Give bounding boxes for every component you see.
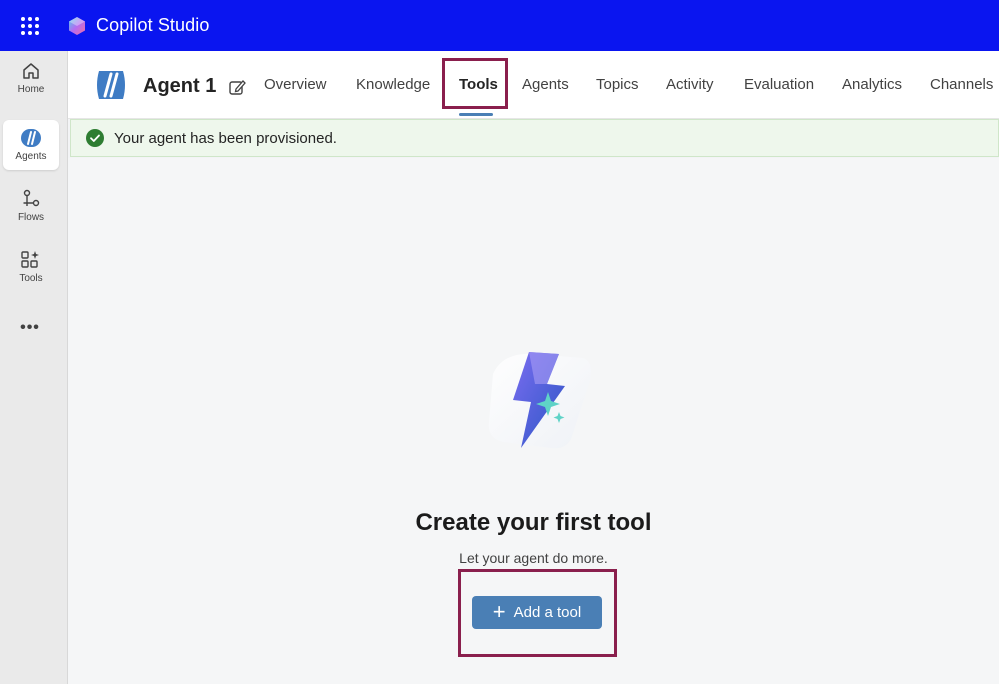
rail-item-label: Agents [15, 151, 47, 162]
empty-state-subtitle: Let your agent do more. [459, 550, 608, 566]
tab-activity[interactable]: Activity [666, 76, 714, 93]
tab-evaluation[interactable]: Evaluation [744, 76, 814, 93]
tab-analytics[interactable]: Analytics [842, 76, 902, 93]
top-bar: Copilot Studio [0, 0, 999, 51]
edit-agent-icon[interactable] [227, 77, 247, 97]
agent-name: Agent 1 [143, 75, 217, 97]
rail-item-label: Flows [17, 212, 45, 223]
empty-state-title: Create your first tool [415, 509, 652, 536]
rail-item-label: Tools [19, 273, 43, 284]
rail-item-agents[interactable]: Agents [3, 120, 59, 170]
provisioned-banner: Your agent has been provisioned. [70, 119, 999, 157]
tools-tab-highlight [442, 58, 508, 109]
app-launcher-button[interactable] [0, 0, 60, 51]
app-title: Copilot Studio [96, 15, 210, 35]
rail-item-tools[interactable]: Tools [3, 242, 59, 292]
agents-icon [21, 129, 41, 147]
lightning-bolt-illustration-icon [488, 352, 591, 449]
left-rail: Home Agents Flows Tools ••• [0, 51, 68, 684]
rail-item-home[interactable]: Home [3, 53, 59, 103]
tab-topics[interactable]: Topics [596, 76, 639, 93]
add-tool-highlight [458, 569, 617, 657]
tools-icon [21, 251, 39, 268]
more-options-button[interactable]: ••• [0, 319, 60, 337]
agent-header: Agent 1 Overview Knowledge Tools Agents … [68, 51, 999, 119]
banner-message: Your agent has been provisioned. [114, 129, 337, 147]
agent-logo-icon [97, 71, 125, 99]
tab-agents[interactable]: Agents [522, 76, 569, 93]
waffle-icon [21, 16, 39, 35]
flows-icon [23, 189, 40, 207]
rail-item-label: Home [17, 84, 45, 95]
tools-empty-state: Create your first tool Let your agent do… [68, 158, 999, 684]
tab-knowledge[interactable]: Knowledge [356, 76, 430, 93]
selected-tab-indicator [459, 113, 493, 116]
tab-overview[interactable]: Overview [264, 76, 327, 93]
success-check-icon [86, 129, 104, 147]
home-icon [23, 63, 39, 79]
copilot-studio-logo-icon [69, 16, 85, 35]
rail-item-flows[interactable]: Flows [3, 181, 59, 231]
tab-channels[interactable]: Channels [930, 76, 993, 93]
